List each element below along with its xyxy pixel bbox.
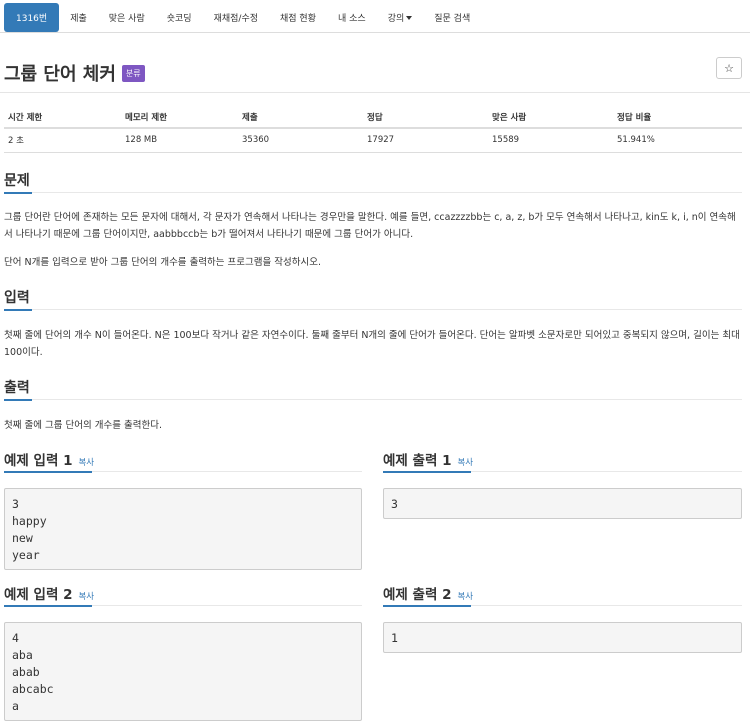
problem-info-table: 시간 제한 메모리 제한 제출 정답 맞은 사람 정답 비율 2 초 128 M…	[4, 106, 742, 153]
table-row: 2 초 128 MB 35360 17927 15589 51.941%	[4, 128, 742, 153]
problem-nav: 1316번 제출 맞은 사람 숏코딩 재채점/수정 채점 현황 내 소스 강의 …	[4, 3, 481, 32]
tab-question-search[interactable]: 질문 검색	[423, 3, 481, 32]
problem-heading-rule	[4, 192, 742, 193]
value-accept-ratio: 51.941%	[613, 128, 742, 153]
example-input-1-heading: 예제 입력 1 복사	[4, 449, 94, 469]
example-input-2-heading: 예제 입력 2 복사	[4, 583, 94, 603]
tab-status[interactable]: 채점 현황	[269, 3, 327, 32]
output-heading-underline	[4, 399, 32, 401]
problem-heading: 문제	[4, 173, 30, 189]
output-description: 첫째 줄에 그룹 단어의 개수를 출력한다.	[4, 420, 162, 431]
table-header-row: 시간 제한 메모리 제한 제출 정답 맞은 사람 정답 비율	[4, 106, 742, 129]
value-accepted: 17927	[363, 128, 488, 153]
header-solved-users: 맞은 사람	[488, 106, 613, 129]
tab-short-coding[interactable]: 숏코딩	[156, 3, 203, 32]
header-submissions: 제출	[238, 106, 363, 129]
example-output-1-underline	[383, 471, 471, 473]
header-memory-limit: 메모리 제한	[121, 106, 238, 129]
input-description: 첫째 줄에 단어의 개수 N이 들어온다. N은 100보다 작거나 같은 자연…	[4, 330, 740, 358]
star-button[interactable]: ☆	[716, 57, 742, 79]
value-memory-limit: 128 MB	[121, 128, 238, 153]
example-input-2-title: 예제 입력 2	[4, 587, 73, 603]
tab-my-source[interactable]: 내 소스	[327, 3, 377, 32]
problem-description: 그룹 단어란 단어에 존재하는 모든 문자에 대해서, 각 문자가 연속해서 나…	[4, 212, 736, 240]
tab-lecture-label: 강의	[387, 14, 405, 24]
tab-submit[interactable]: 제출	[59, 3, 98, 32]
example-output-1-box: 3	[383, 488, 742, 519]
nav-divider	[0, 32, 750, 33]
title-row: 그룹 단어 체커 분류	[4, 60, 145, 86]
example-input-1-title: 예제 입력 1	[4, 453, 73, 469]
copy-input-1-link[interactable]: 복사	[78, 458, 94, 468]
tab-lecture[interactable]: 강의	[377, 3, 424, 32]
copy-output-1-link[interactable]: 복사	[457, 458, 473, 468]
example-input-1-underline	[4, 471, 92, 473]
header-accept-ratio: 정답 비율	[613, 106, 742, 129]
header-accepted: 정답	[363, 106, 488, 129]
example-output-2-box: 1	[383, 622, 742, 653]
example-output-1-title: 예제 출력 1	[383, 453, 452, 469]
tab-rejudge[interactable]: 재채점/수정	[203, 3, 269, 32]
category-badge[interactable]: 분류	[121, 64, 145, 82]
value-submissions: 35360	[238, 128, 363, 153]
copy-input-2-link[interactable]: 복사	[78, 592, 94, 602]
value-time-limit: 2 초	[4, 128, 121, 153]
caret-down-icon	[406, 15, 413, 20]
output-heading-rule	[4, 399, 742, 400]
tab-problem-number[interactable]: 1316번	[4, 3, 60, 32]
example-output-1-heading: 예제 출력 1 복사	[383, 449, 473, 469]
example-input-1-box: 3 happy new year	[4, 488, 362, 570]
example-input-2-underline	[4, 605, 92, 607]
title-divider	[0, 92, 750, 93]
star-icon: ☆	[724, 61, 734, 75]
problem-heading-underline	[4, 192, 32, 194]
example-output-2-title: 예제 출력 2	[383, 587, 452, 603]
header-time-limit: 시간 제한	[4, 106, 121, 129]
example-output-2-heading: 예제 출력 2 복사	[383, 583, 473, 603]
problem-description-2: 단어 N개를 입력으로 받아 그룹 단어의 개수를 출력하는 프로그램을 작성하…	[4, 257, 321, 268]
value-solved-users: 15589	[488, 128, 613, 153]
example-input-2-box: 4 aba abab abcabc a	[4, 622, 362, 721]
input-heading-rule	[4, 309, 742, 310]
tab-solved-users[interactable]: 맞은 사람	[98, 3, 156, 32]
output-heading: 출력	[4, 380, 30, 396]
page-title: 그룹 단어 체커	[4, 64, 116, 85]
example-output-2-underline	[383, 605, 471, 607]
copy-output-2-link[interactable]: 복사	[457, 592, 473, 602]
input-heading-underline	[4, 309, 32, 311]
input-heading: 입력	[4, 290, 30, 306]
